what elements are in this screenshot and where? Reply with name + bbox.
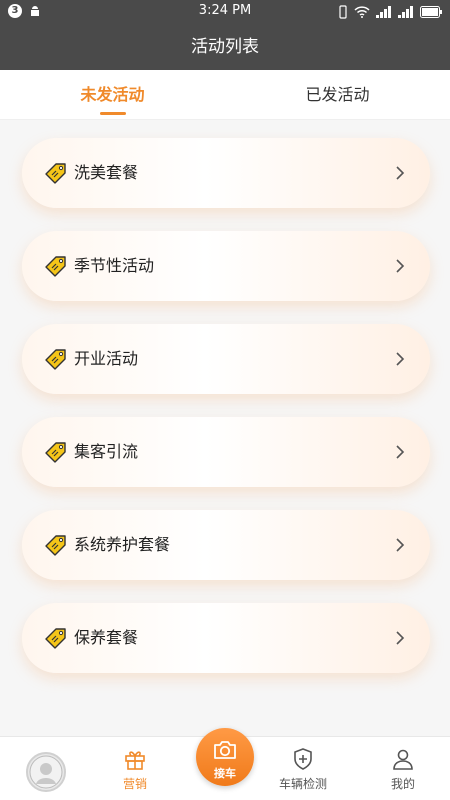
nav-vehicle-inspection[interactable]: 车辆检测: [263, 737, 343, 800]
pickup-car-button[interactable]: 接车: [196, 728, 254, 786]
list-item[interactable]: 集客引流: [22, 417, 430, 487]
user-icon: [393, 749, 413, 770]
avatar-image: [29, 755, 63, 789]
list-item-label: 开业活动: [74, 349, 139, 368]
status-bar: 3 3:24 PM: [0, 0, 450, 24]
price-tag-icon: [45, 628, 66, 649]
nav-vehicle-inspection-label: 车辆检测: [278, 777, 327, 791]
chevron-right-icon: [396, 538, 405, 552]
list-item-label: 洗美套餐: [74, 163, 139, 182]
chevron-right-icon: [396, 352, 405, 366]
price-tag-icon: [45, 349, 66, 370]
pickup-car-label: 接车: [214, 767, 236, 780]
status-right-icons: [338, 5, 442, 19]
tab-active-indicator: [99, 112, 126, 115]
chevron-right-icon: [396, 166, 405, 180]
list-item-label: 系统养护套餐: [74, 535, 171, 554]
tab-bar: 未发活动 已发活动: [0, 70, 450, 120]
signal-icon-2: [398, 6, 413, 18]
list-item[interactable]: 洗美套餐: [22, 138, 430, 208]
avatar[interactable]: [26, 752, 66, 792]
page-title: 活动列表: [0, 24, 450, 70]
shield-plus-icon: [294, 748, 312, 770]
chevron-right-icon: [396, 259, 405, 273]
price-tag-icon: [45, 163, 66, 184]
chevron-right-icon: [396, 631, 405, 645]
battery-icon: [420, 6, 442, 18]
list-item[interactable]: 系统养护套餐: [22, 510, 430, 580]
list-item[interactable]: 季节性活动: [22, 231, 430, 301]
chevron-right-icon: [396, 445, 405, 459]
nav-marketing[interactable]: 营销: [95, 737, 175, 800]
tab-unpublished-label: 未发活动: [80, 85, 145, 104]
camera-icon: [214, 741, 236, 759]
list-item-label: 保养套餐: [74, 628, 139, 647]
nav-profile-label: 我的: [390, 777, 415, 791]
nav-marketing-label: 营销: [122, 777, 147, 791]
tab-unpublished[interactable]: 未发活动: [0, 70, 225, 119]
gift-icon: [125, 751, 145, 770]
list-item[interactable]: 保养套餐: [22, 603, 430, 673]
nav-profile[interactable]: 我的: [363, 737, 443, 800]
price-tag-icon: [45, 256, 66, 277]
price-tag-icon: [45, 442, 66, 463]
list-item[interactable]: 开业活动: [22, 324, 430, 394]
price-tag-icon: [45, 535, 66, 556]
list-item-label: 季节性活动: [74, 256, 155, 275]
signal-icon: [376, 6, 391, 18]
tab-published-label: 已发活动: [305, 85, 370, 104]
tab-published[interactable]: 已发活动: [225, 70, 450, 119]
vibrate-icon: [339, 5, 347, 19]
list-item-label: 集客引流: [74, 442, 139, 461]
wifi-icon: [354, 6, 370, 18]
